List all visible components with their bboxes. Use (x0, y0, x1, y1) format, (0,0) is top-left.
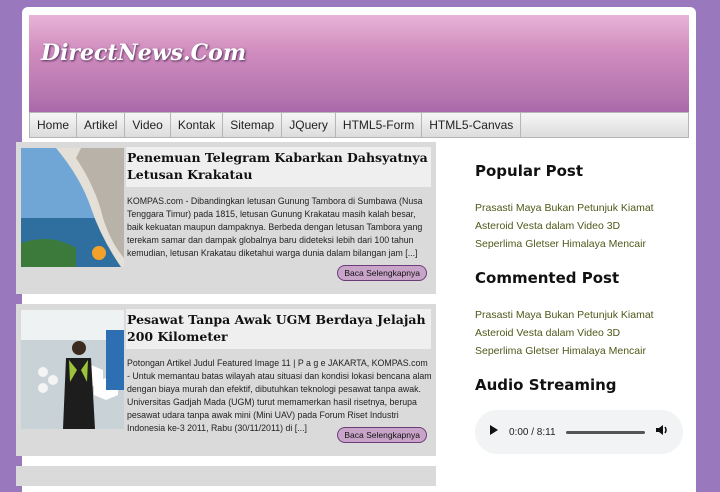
read-more-button[interactable]: Baca Selengkapnya (337, 427, 427, 443)
commented-post-list: Prasasti Maya Bukan Petunjuk Kiamat Aste… (475, 305, 695, 359)
list-item: Prasasti Maya Bukan Petunjuk Kiamat (475, 198, 695, 216)
nav-kontak[interactable]: Kontak (171, 113, 224, 137)
post-excerpt: KOMPAS.com - Dibandingkan letusan Gunung… (127, 196, 423, 258)
sidebar: Popular Post Prasasti Maya Bukan Petunju… (475, 162, 695, 454)
site-header: DirectNews.Com (29, 15, 689, 120)
nav-video[interactable]: Video (125, 113, 171, 137)
commented-link[interactable]: Seperlima Gletser Himalaya Mencair (475, 345, 646, 357)
main-nav: Home Artikel Video Kontak Sitemap JQuery… (29, 112, 689, 138)
popular-post-heading: Popular Post (475, 162, 583, 180)
post-card: Penemuan Telegram Kabarkan Dahsyatnya Le… (16, 142, 436, 294)
audio-time: 0:00 / 8:11 (509, 426, 556, 438)
popular-post-list: Prasasti Maya Bukan Petunjuk Kiamat Aste… (475, 198, 695, 252)
nav-html5-canvas[interactable]: HTML5-Canvas (422, 113, 522, 137)
nav-artikel[interactable]: Artikel (77, 113, 126, 137)
popular-link[interactable]: Prasasti Maya Bukan Petunjuk Kiamat (475, 202, 654, 214)
read-more-button[interactable]: Baca Selengkapnya (337, 265, 427, 281)
nav-html5-form[interactable]: HTML5-Form (336, 113, 423, 137)
post-title-box: Pesawat Tanpa Awak UGM Berdaya Jelajah 2… (126, 309, 431, 349)
post-title-box: Penemuan Telegram Kabarkan Dahsyatnya Le… (126, 147, 431, 187)
post-thumbnail-volcano[interactable] (21, 148, 124, 267)
post-list: Penemuan Telegram Kabarkan Dahsyatnya Le… (16, 142, 436, 492)
list-item: Asteroid Vesta dalam Video 3D (475, 216, 695, 234)
post-card: Pesawat Tanpa Awak UGM Berdaya Jelajah 2… (16, 304, 436, 456)
popular-link[interactable]: Seperlima Gletser Himalaya Mencair (475, 238, 646, 250)
post-title[interactable]: Pesawat Tanpa Awak UGM Berdaya Jelajah 2… (127, 311, 431, 345)
play-icon[interactable] (489, 423, 499, 441)
commented-post-heading: Commented Post (475, 269, 620, 287)
post-thumbnail-uav[interactable] (21, 310, 124, 429)
list-item: Seperlima Gletser Himalaya Mencair (475, 234, 695, 252)
commented-link[interactable]: Prasasti Maya Bukan Petunjuk Kiamat (475, 309, 654, 321)
nav-home[interactable]: Home (30, 113, 78, 137)
post-card-partial (16, 466, 436, 486)
audio-progress-bar[interactable] (565, 430, 645, 434)
post-excerpt: Potongan Artikel Judul Featured Image 11… (127, 358, 432, 433)
audio-streaming-heading: Audio Streaming (475, 376, 617, 394)
audio-player: 0:00 / 8:11 (475, 410, 683, 454)
nav-jquery[interactable]: JQuery (282, 113, 336, 137)
list-item: Prasasti Maya Bukan Petunjuk Kiamat (475, 305, 695, 323)
commented-link[interactable]: Asteroid Vesta dalam Video 3D (475, 327, 620, 339)
list-item: Seperlima Gletser Himalaya Mencair (475, 341, 695, 359)
popular-link[interactable]: Asteroid Vesta dalam Video 3D (475, 220, 620, 232)
post-title[interactable]: Penemuan Telegram Kabarkan Dahsyatnya Le… (127, 149, 431, 183)
nav-sitemap[interactable]: Sitemap (223, 113, 283, 137)
site-title[interactable]: DirectNews.Com (41, 40, 246, 66)
list-item: Asteroid Vesta dalam Video 3D (475, 323, 695, 341)
volume-icon[interactable] (655, 423, 669, 441)
